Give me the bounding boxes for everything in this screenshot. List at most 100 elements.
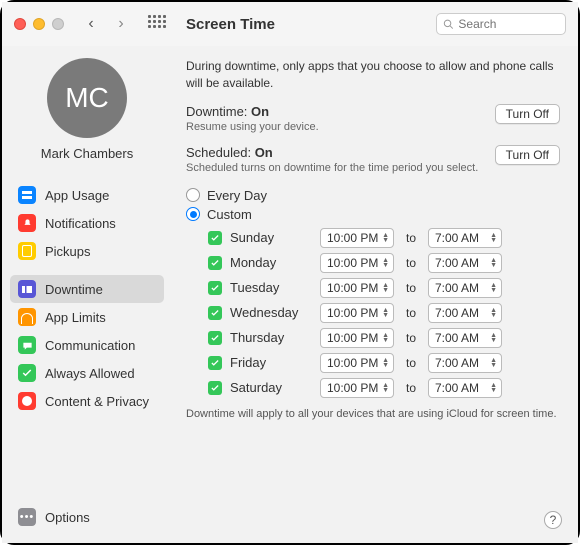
scheduled-toggle-button[interactable]: Turn Off xyxy=(495,145,560,165)
end-time-value: 7:00 AM xyxy=(435,306,479,320)
downtime-description: During downtime, only apps that you choo… xyxy=(186,58,560,92)
end-time-value: 7:00 AM xyxy=(435,356,479,370)
end-time-stepper[interactable]: 7:00 AM▲▼ xyxy=(428,278,502,298)
stepper-arrows-icon[interactable]: ▲▼ xyxy=(490,383,497,393)
end-time-value: 7:00 AM xyxy=(435,381,479,395)
start-time-value: 10:00 PM xyxy=(327,256,378,270)
scheduled-row: Scheduled: On Scheduled turns on downtim… xyxy=(186,145,560,174)
end-time-stepper[interactable]: 7:00 AM▲▼ xyxy=(428,253,502,273)
sidebar-item-label: Communication xyxy=(45,338,135,353)
day-checkbox[interactable] xyxy=(208,306,222,320)
sidebar-item-pickups[interactable]: Pickups xyxy=(10,237,164,265)
day-name: Tuesday xyxy=(230,280,312,295)
sidebar-item-app-limits[interactable]: App Limits xyxy=(10,303,164,331)
start-time-stepper[interactable]: 10:00 PM▲▼ xyxy=(320,228,394,248)
downtime-row: Downtime: On Resume using your device. T… xyxy=(186,104,560,133)
stepper-arrows-icon[interactable]: ▲▼ xyxy=(382,258,389,268)
stepper-arrows-icon[interactable]: ▲▼ xyxy=(382,383,389,393)
sidebar-item-app-usage[interactable]: App Usage xyxy=(10,181,164,209)
end-time-stepper[interactable]: 7:00 AM ▲▼ xyxy=(428,378,502,398)
sidebar: MC Mark Chambers App Usage Notifications… xyxy=(2,46,172,543)
titlebar: ‹ › Screen Time xyxy=(2,2,578,46)
sidebar-item-label: App Limits xyxy=(45,310,106,325)
user-header: MC Mark Chambers xyxy=(10,58,164,161)
downtime-toggle-button[interactable]: Turn Off xyxy=(495,104,560,124)
sidebar-item-label: Content & Privacy xyxy=(45,394,149,409)
stepper-arrows-icon[interactable]: ▲▼ xyxy=(490,333,497,343)
day-name: Sunday xyxy=(230,230,312,245)
stepper-arrows-icon[interactable]: ▲▼ xyxy=(490,283,497,293)
downtime-subtext: Resume using your device. xyxy=(186,121,495,133)
to-label: to xyxy=(402,281,420,295)
sidebar-item-communication[interactable]: Communication xyxy=(10,331,164,359)
day-name: Wednesday xyxy=(230,305,312,320)
day-name: Saturday xyxy=(230,380,312,395)
help-button[interactable]: ? xyxy=(544,511,562,529)
stepper-arrows-icon[interactable]: ▲▼ xyxy=(382,283,389,293)
to-label: to xyxy=(402,356,420,370)
day-row: Saturday10:00 PM▲▼to7:00 AM▲▼ xyxy=(208,378,560,398)
end-time-stepper[interactable]: 7:00 AM▲▼ xyxy=(428,328,502,348)
sidebar-item-notifications[interactable]: Notifications xyxy=(10,209,164,237)
start-time-stepper[interactable]: 10:00 PM ▲▼ xyxy=(320,378,394,398)
scheduled-label: Scheduled: On xyxy=(186,145,495,160)
search-field[interactable] xyxy=(436,13,566,35)
stepper-arrows-icon[interactable]: ▲▼ xyxy=(490,308,497,318)
day-row: Friday10:00 PM▲▼to7:00 AM▲▼ xyxy=(208,353,560,373)
search-icon xyxy=(443,18,453,30)
back-button[interactable]: ‹ xyxy=(80,13,102,35)
sidebar-item-label: App Usage xyxy=(45,188,109,203)
sidebar-item-downtime[interactable]: Downtime xyxy=(10,275,164,303)
stepper-arrows-icon[interactable]: ▲▼ xyxy=(382,233,389,243)
radio-custom[interactable]: Custom xyxy=(186,205,560,224)
start-time-stepper[interactable]: 10:00 PM ▲▼ xyxy=(320,278,394,298)
start-time-stepper[interactable]: 10:00 PM▲▼ xyxy=(320,328,394,348)
sidebar-item-label: Downtime xyxy=(45,282,103,297)
zoom-window-button[interactable] xyxy=(52,18,64,30)
day-checkbox[interactable] xyxy=(208,381,222,395)
end-time-stepper[interactable]: 7:00 AM ▲▼ xyxy=(428,303,502,323)
day-checkbox[interactable] xyxy=(208,231,222,245)
stepper-arrows-icon[interactable]: ▲▼ xyxy=(382,358,389,368)
radio-every-day[interactable]: Every Day xyxy=(186,186,560,205)
close-window-button[interactable] xyxy=(14,18,26,30)
day-checkbox[interactable] xyxy=(208,331,222,345)
app-limits-icon xyxy=(18,308,36,326)
day-name: Monday xyxy=(230,255,312,270)
sidebar-item-options[interactable]: ••• Options xyxy=(10,503,164,531)
start-time-value: 10:00 PM xyxy=(327,381,378,395)
day-row: Sunday10:00 PM▲▼to7:00 AM▲▼ xyxy=(208,228,560,248)
day-checkbox[interactable] xyxy=(208,281,222,295)
sidebar-item-always-allowed[interactable]: Always Allowed xyxy=(10,359,164,387)
start-time-stepper[interactable]: 10:00 PM ▲▼ xyxy=(320,253,394,273)
start-time-value: 10:00 PM xyxy=(327,356,378,370)
options-icon: ••• xyxy=(18,508,36,526)
radio-label: Every Day xyxy=(207,188,267,203)
show-all-icon[interactable] xyxy=(148,15,166,33)
stepper-arrows-icon[interactable]: ▲▼ xyxy=(382,308,389,318)
end-time-stepper[interactable]: 7:00 AM▲▼ xyxy=(428,228,502,248)
start-time-stepper[interactable]: 10:00 PM ▲▼ xyxy=(320,353,394,373)
sidebar-item-content-privacy[interactable]: Content & Privacy xyxy=(10,387,164,415)
minimize-window-button[interactable] xyxy=(33,18,45,30)
start-time-stepper[interactable]: 10:00 PM ▲▼ xyxy=(320,303,394,323)
downtime-icon xyxy=(18,280,36,298)
day-checkbox[interactable] xyxy=(208,356,222,370)
window-controls xyxy=(14,18,64,30)
end-time-stepper[interactable]: 7:00 AM ▲▼ xyxy=(428,353,502,373)
pickups-icon xyxy=(18,242,36,260)
forward-button[interactable]: › xyxy=(110,13,132,35)
day-row: Tuesday 10:00 PM ▲▼ to 7:00 AM▲▼ xyxy=(208,278,560,298)
sidebar-item-label: Always Allowed xyxy=(45,366,135,381)
day-checkbox[interactable] xyxy=(208,256,222,270)
stepper-arrows-icon[interactable]: ▲▼ xyxy=(490,233,497,243)
start-time-value: 10:00 PM xyxy=(327,306,378,320)
sidebar-item-label: Notifications xyxy=(45,216,116,231)
stepper-arrows-icon[interactable]: ▲▼ xyxy=(382,333,389,343)
to-label: to xyxy=(402,256,420,270)
stepper-arrows-icon[interactable]: ▲▼ xyxy=(490,358,497,368)
start-time-value: 10:00 PM xyxy=(327,281,378,295)
search-input[interactable] xyxy=(458,17,559,31)
sidebar-item-label: Options xyxy=(45,510,90,525)
stepper-arrows-icon[interactable]: ▲▼ xyxy=(490,258,497,268)
